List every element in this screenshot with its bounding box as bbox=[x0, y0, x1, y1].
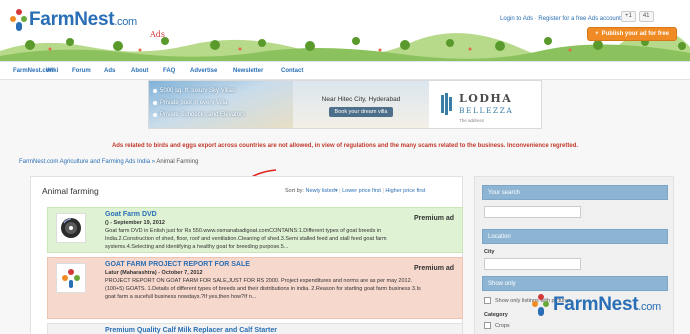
lodha-logo-icon bbox=[441, 93, 452, 115]
warning-notice: Ads related to birds and eggs export acr… bbox=[111, 143, 579, 149]
city-input[interactable] bbox=[484, 258, 581, 270]
premium-badge: Premium ad bbox=[414, 215, 455, 222]
listing-item[interactable]: Goat Farm DVD () - September 19, 2012 Go… bbox=[47, 207, 463, 253]
dvd-disc-icon bbox=[61, 218, 81, 238]
plus-icon: + bbox=[595, 31, 599, 37]
listing-item[interactable]: Premium Quality Calf Milk Replacer and C… bbox=[47, 323, 463, 334]
breadcrumb: FarmNest.com Agriculture and Farming Ads… bbox=[19, 159, 198, 165]
gplus-widget: +1 41 bbox=[621, 11, 654, 22]
banner-brand-sub: BELLEZZA bbox=[459, 106, 514, 115]
sort-caret-icon: ▾ bbox=[334, 188, 338, 194]
nav-item-newsletter[interactable]: Newsletter bbox=[233, 68, 263, 74]
banner-location: Near Hitec City, Hyderabad bbox=[321, 96, 401, 103]
goat-farm-logo-icon bbox=[62, 269, 80, 288]
sort-bar: Sort by: Newly listed▾ | Lower price fir… bbox=[285, 188, 425, 194]
login-link[interactable]: Login to Ads bbox=[500, 16, 533, 22]
show-only-header: Show only bbox=[482, 276, 668, 291]
ad-title[interactable]: Premium Quality Calf Milk Replacer and C… bbox=[105, 327, 277, 334]
site-logo[interactable]: FarmNest.com bbox=[10, 9, 137, 31]
category-crops-checkbox[interactable]: Crops bbox=[484, 322, 510, 329]
nav-item-wiki[interactable]: Wiki bbox=[46, 68, 58, 74]
publish-ad-button[interactable]: + Publish your ad for free bbox=[587, 27, 677, 41]
banner-brand-name: LODHA bbox=[459, 92, 513, 105]
search-input[interactable] bbox=[484, 206, 581, 218]
goat-farm-thumbnail[interactable] bbox=[56, 263, 86, 293]
watermark-logo-icon bbox=[532, 294, 549, 316]
ad-description: PROJECT REPORT ON GOAT FARM FOR SALE,JUS… bbox=[105, 278, 421, 300]
publish-label: Publish your ad for free bbox=[601, 31, 669, 37]
sort-label: Sort by: bbox=[285, 188, 304, 194]
logo-sub: Ads bbox=[150, 30, 166, 39]
banner-brand: LODHA BELLEZZA The address bbox=[431, 81, 541, 128]
nav-item-forum[interactable]: Forum bbox=[72, 68, 91, 74]
ad-description: Goat farm DVD in Enlish just for Rs 550.… bbox=[105, 228, 387, 250]
listing-title: Animal farming bbox=[42, 186, 99, 196]
watermark-text: FarmNest.com bbox=[553, 294, 661, 315]
gplus-count: 41 bbox=[638, 11, 654, 22]
banner-bullet: Private Sundecks and Elevators bbox=[153, 109, 245, 121]
ad-meta: () - September 19, 2012 bbox=[105, 220, 165, 226]
main-nav: FarmNest.com Wiki Forum Ads About FAQ Ad… bbox=[0, 62, 690, 80]
sort-lower-price[interactable]: Lower price first bbox=[342, 188, 381, 194]
separator: · bbox=[534, 16, 537, 22]
sort-newly-listed[interactable]: Newly listed bbox=[305, 188, 334, 194]
nav-item-advertise[interactable]: Advertise bbox=[190, 68, 217, 74]
register-link[interactable]: Register for a free Ads account bbox=[538, 16, 620, 22]
account-links: Login to Ads · Register for a free Ads a… bbox=[500, 16, 621, 22]
banner-left: 5000 sq. ft. luxury Sky Villas Private p… bbox=[149, 81, 293, 128]
banner-middle: Near Hitec City, Hyderabad Book your dre… bbox=[293, 81, 429, 128]
gplus-button[interactable]: +1 bbox=[621, 11, 636, 22]
banner-bullet: 5000 sq. ft. luxury Sky Villas bbox=[153, 85, 245, 97]
nav-item-faq[interactable]: FAQ bbox=[163, 68, 175, 74]
nav-item-about[interactable]: About bbox=[131, 68, 148, 74]
breadcrumb-link[interactable]: FarmNest.com Agriculture and Farming Ads… bbox=[19, 159, 150, 165]
banner-brand-addr: The address bbox=[459, 118, 485, 123]
ad-title[interactable]: GOAT FARM PROJECT REPORT FOR SALE bbox=[105, 261, 250, 268]
listing-item[interactable]: GOAT FARM PROJECT REPORT FOR SALE Latur … bbox=[47, 257, 463, 319]
site-header: FarmNest.com Ads Login to Ads · Register… bbox=[0, 0, 690, 62]
search-header: Your search bbox=[482, 185, 668, 200]
sort-separator: | bbox=[382, 188, 384, 194]
city-label: City bbox=[484, 249, 495, 255]
ad-title[interactable]: Goat Farm DVD bbox=[105, 211, 157, 218]
banner-bullet: Private pool in every Villa bbox=[153, 97, 245, 109]
breadcrumb-separator: » bbox=[151, 159, 156, 165]
listing-panel: Animal farming Sort by: Newly listed▾ | … bbox=[30, 176, 463, 334]
location-header: Location bbox=[482, 229, 668, 244]
banner-ad[interactable]: 5000 sq. ft. luxury Sky Villas Private p… bbox=[148, 80, 542, 129]
farmnest-logo-icon bbox=[10, 9, 27, 31]
nav-item-ads[interactable]: Ads bbox=[104, 68, 115, 74]
banner-cta-button[interactable]: Book your dream villa bbox=[328, 107, 394, 117]
ad-meta: Latur (Maharashtra) - October 7, 2012 bbox=[105, 270, 203, 276]
nav-item-contact[interactable]: Contact bbox=[281, 68, 303, 74]
watermark: FarmNest.com bbox=[532, 294, 661, 316]
logo-text: FarmNest.com bbox=[29, 9, 137, 30]
breadcrumb-current: Animal Farming bbox=[156, 159, 199, 165]
premium-badge: Premium ad bbox=[414, 265, 455, 272]
sort-separator: | bbox=[339, 188, 341, 194]
dvd-thumbnail[interactable] bbox=[56, 213, 86, 243]
category-label: Category bbox=[484, 312, 508, 318]
sort-higher-price[interactable]: Higher price first bbox=[385, 188, 425, 194]
